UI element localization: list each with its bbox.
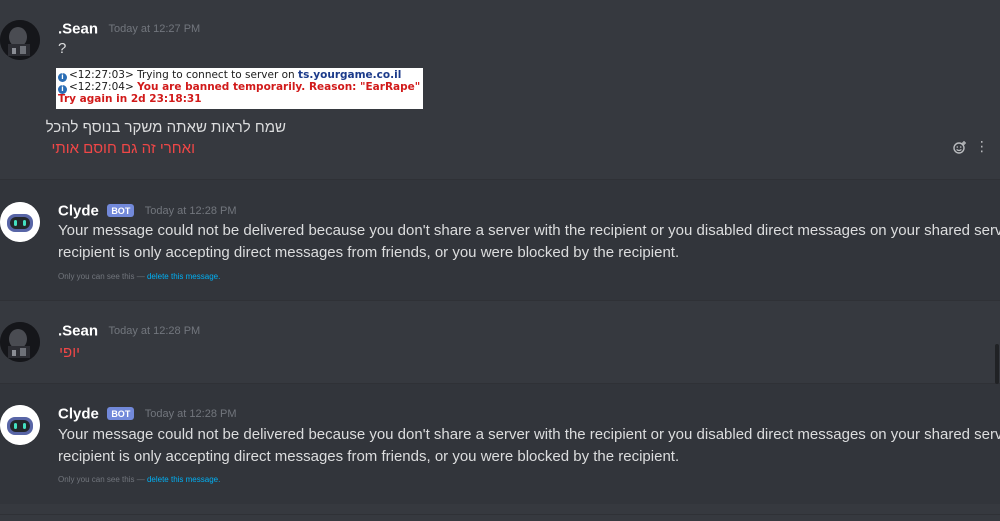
log-time: <12:27:03> bbox=[69, 69, 134, 81]
message-actions: ⋮ bbox=[953, 138, 989, 155]
avatar[interactable] bbox=[0, 20, 40, 60]
clyde-avatar[interactable] bbox=[0, 202, 40, 242]
message-header: .Sean Today at 12:27 PM bbox=[58, 20, 200, 38]
message-text-hebrew-red: יופי bbox=[59, 344, 80, 361]
message-group-sean-2: .Sean Today at 12:28 PM יופי bbox=[0, 301, 1000, 383]
message-text-hebrew-red: ואחרי זה גם חוסם אותי bbox=[51, 140, 195, 157]
message-text: ? bbox=[58, 40, 67, 57]
message-text-hebrew: שמח לראות שאתה משקר בנוסף להכל bbox=[45, 119, 286, 136]
log-text: Trying to connect to server on bbox=[137, 69, 295, 81]
delete-message-link[interactable]: delete this message. bbox=[147, 272, 220, 281]
ephemeral-text: Only you can see this — bbox=[58, 272, 145, 281]
username[interactable]: .Sean bbox=[58, 20, 98, 37]
message-text-line2: recipient is only accepting direct messa… bbox=[58, 448, 680, 465]
log-ban-text: You are banned temporarily. Reason: "Ear… bbox=[137, 81, 421, 93]
attached-image[interactable]: i <12:27:03> Trying to connect to server … bbox=[56, 68, 423, 109]
message-text-line1: Your message could not be delivered beca… bbox=[58, 222, 1000, 239]
avatar[interactable] bbox=[0, 322, 40, 362]
scrollbar-thumb[interactable] bbox=[995, 344, 999, 384]
log-server: ts.yourgame.co.il bbox=[298, 69, 402, 81]
ephemeral-notice: Only you can see this — delete this mess… bbox=[58, 475, 220, 484]
clyde-avatar[interactable] bbox=[0, 405, 40, 445]
divider bbox=[0, 514, 1000, 515]
delete-message-link[interactable]: delete this message. bbox=[147, 475, 220, 484]
timestamp: Today at 12:28 PM bbox=[108, 324, 201, 337]
message-group-clyde-2: Clyde BOT Today at 12:28 PM Your message… bbox=[0, 384, 1000, 504]
username[interactable]: .Sean bbox=[58, 322, 98, 339]
add-reaction-icon[interactable] bbox=[953, 138, 971, 154]
message-group-sean-1: .Sean Today at 12:27 PM ? i <12:27:03> Tr… bbox=[0, 0, 1000, 178]
username[interactable]: Clyde bbox=[58, 202, 99, 219]
username[interactable]: Clyde bbox=[58, 405, 99, 422]
message-header: Clyde BOT Today at 12:28 PM bbox=[58, 202, 237, 220]
timestamp: Today at 12:28 PM bbox=[144, 204, 237, 217]
message-header: Clyde BOT Today at 12:28 PM bbox=[58, 405, 237, 423]
message-header: .Sean Today at 12:28 PM bbox=[58, 322, 200, 340]
more-options-icon[interactable]: ⋮ bbox=[975, 138, 989, 154]
chat-view: .Sean Today at 12:27 PM ? i <12:27:03> Tr… bbox=[0, 0, 1000, 521]
timestamp: Today at 12:27 PM bbox=[108, 22, 201, 35]
log-line-retry: Try again in 2d 23:18:31 bbox=[58, 93, 202, 105]
info-icon: i bbox=[58, 73, 67, 82]
ephemeral-notice: Only you can see this — delete this mess… bbox=[58, 272, 220, 281]
message-group-clyde-1: Clyde BOT Today at 12:28 PM Your message… bbox=[0, 180, 1000, 300]
message-text-line2: recipient is only accepting direct messa… bbox=[58, 244, 680, 261]
message-text-line1: Your message could not be delivered beca… bbox=[58, 426, 1000, 443]
log-time: <12:27:04> bbox=[69, 81, 134, 93]
timestamp: Today at 12:28 PM bbox=[144, 407, 237, 420]
bot-tag: BOT bbox=[107, 407, 135, 421]
ephemeral-text: Only you can see this — bbox=[58, 475, 145, 484]
bot-tag: BOT bbox=[107, 204, 135, 218]
